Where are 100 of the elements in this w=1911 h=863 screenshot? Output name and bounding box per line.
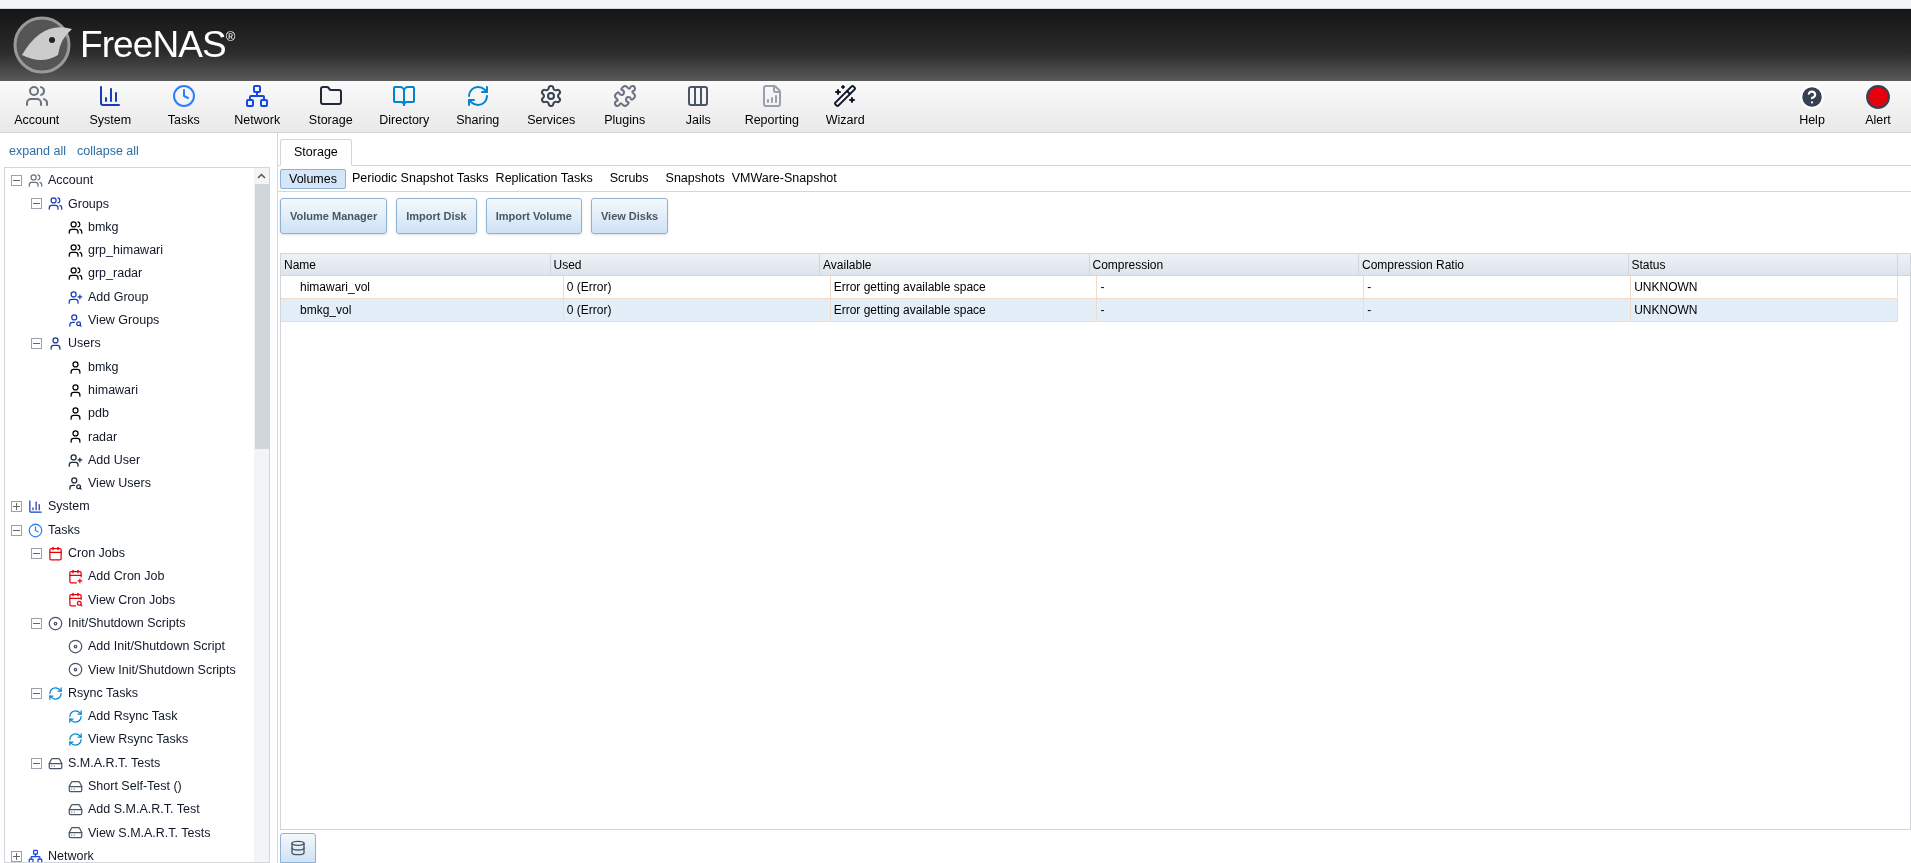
toolbar-button[interactable]: Tasks (147, 84, 221, 132)
sub-tab[interactable]: Periodic Snapshot Tasks (350, 168, 490, 189)
toolbar-button[interactable]: Help (1779, 84, 1845, 132)
tree-item[interactable]: View S.M.A.R.T. Tests (88, 823, 211, 843)
tree-item[interactable]: Add User (88, 450, 141, 470)
table-cell: 0 (Error) (563, 299, 831, 321)
table-row[interactable]: bmkg_vol 0 (Error) Error getting available space - - UNKNOWN (281, 299, 1898, 322)
tree-item[interactable]: View Cron Jobs (88, 590, 176, 610)
scroll-up-icon[interactable] (257, 173, 266, 179)
drive-icon (68, 778, 83, 794)
toolbar-button[interactable]: Services (514, 84, 588, 132)
tree-item[interactable]: Add Init/Shutdown Script (88, 637, 225, 656)
tree-item[interactable]: Add Cron Job (88, 567, 165, 587)
tree-item[interactable]: grp_himawari (88, 241, 164, 260)
table-row[interactable]: himawari_vol 0 (Error) Error getting available space - - UNKNOWN (281, 276, 1898, 299)
column-header[interactable]: Compression Ratio (1359, 254, 1629, 275)
action-button[interactable]: Import Disk (396, 198, 477, 234)
action-button[interactable]: Import Volume (485, 198, 582, 234)
tree-item[interactable]: Add Rsync Task (88, 707, 178, 726)
toolbar-button[interactable]: Network (220, 84, 294, 132)
tree-item[interactable]: View Init/Shutdown Scripts (88, 660, 236, 680)
collapse-toggle[interactable] (31, 547, 42, 559)
action-button[interactable]: View Disks (590, 198, 669, 234)
tree-item[interactable]: bmkg (88, 217, 119, 237)
table-cell: - (1097, 299, 1365, 321)
tree-item[interactable]: himawari (88, 380, 138, 400)
tree-item[interactable]: pdb (88, 404, 109, 423)
tree-item[interactable]: Add Group (88, 287, 149, 307)
tree-item[interactable]: Users (68, 334, 101, 354)
tree-item[interactable]: Groups (68, 194, 109, 214)
collapse-toggle[interactable] (11, 175, 22, 187)
jails-icon (686, 84, 711, 109)
tree-link[interactable]: expand all (9, 142, 66, 167)
toolbar-button[interactable]: Directory (367, 84, 441, 132)
calendar-add-icon (68, 569, 83, 585)
tree-item[interactable]: Network (48, 846, 94, 862)
tree-item[interactable]: Add S.M.A.R.T. Test (88, 800, 200, 820)
tree-item[interactable]: View Users (88, 474, 151, 493)
plus-icon (13, 503, 20, 511)
help-icon (1799, 84, 1825, 111)
collapse-toggle[interactable] (31, 617, 42, 629)
tree-link[interactable]: collapse all (77, 142, 139, 167)
tree-item[interactable]: Init/Shutdown Scripts (68, 613, 186, 633)
person-icon (48, 336, 63, 352)
network-icon (245, 84, 270, 109)
collapse-toggle[interactable] (31, 687, 42, 699)
expand-toggle[interactable] (11, 501, 22, 513)
tree-item[interactable]: bmkg (88, 357, 119, 377)
toolbar-button[interactable]: Sharing (441, 84, 515, 132)
sub-tab[interactable]: Volumes (280, 168, 346, 189)
tree-item[interactable]: View Rsync Tasks (88, 730, 189, 750)
column-header[interactable]: Compression (1089, 254, 1359, 275)
disc-icon (48, 615, 63, 631)
column-header[interactable]: Available (820, 254, 1090, 275)
sub-tab[interactable]: Scrubs (608, 168, 650, 189)
storage-tab[interactable]: Storage (280, 139, 352, 166)
tree-item[interactable]: Cron Jobs (68, 544, 125, 563)
collapse-toggle[interactable] (31, 338, 42, 350)
collapse-toggle[interactable] (31, 198, 42, 210)
view-user-icon (68, 312, 83, 328)
toolbar-button[interactable]: Alert (1845, 84, 1911, 132)
tree-item[interactable]: radar (88, 427, 118, 447)
tree-item[interactable]: Tasks (48, 520, 80, 540)
toolbar-button[interactable]: Storage (294, 84, 368, 132)
toolbar-button[interactable]: System (73, 84, 147, 132)
clock-icon (28, 522, 43, 538)
column-header[interactable]: Status (1628, 254, 1898, 275)
tree-item[interactable]: grp_radar (88, 264, 143, 284)
expand-toggle[interactable] (11, 850, 22, 862)
tree-item[interactable]: View Groups (88, 311, 160, 330)
tree-item[interactable]: Rsync Tasks (68, 683, 138, 703)
toolbar-button[interactable]: Account (0, 84, 74, 132)
action-button[interactable]: Volume Manager (280, 198, 388, 234)
person-icon (68, 429, 83, 445)
toolbar-button[interactable]: Reporting (735, 84, 809, 132)
toolbar-button[interactable]: Plugins (588, 84, 662, 132)
column-header[interactable]: Used (550, 254, 820, 275)
collapse-toggle[interactable] (31, 757, 42, 769)
view-user-icon (68, 476, 83, 491)
collapse-toggle[interactable] (11, 524, 22, 536)
sub-tab[interactable]: Snapshots (664, 168, 726, 189)
tree-item[interactable]: S.M.A.R.T. Tests (68, 753, 161, 773)
table-cell: - (1364, 276, 1632, 298)
tree-item[interactable]: Short Self-Test () (88, 777, 182, 796)
delete-volume-button[interactable] (280, 833, 316, 863)
table-cell: bmkg_vol (281, 299, 564, 321)
toolbar-button[interactable]: Jails (661, 84, 735, 132)
table-cell: Error getting available space (830, 276, 1098, 298)
tree-item[interactable]: System (48, 497, 90, 517)
services-icon (539, 84, 564, 109)
toolbar-button[interactable]: Wizard (808, 84, 882, 132)
column-header[interactable]: Name (281, 254, 551, 275)
sub-tab[interactable]: Replication Tasks (494, 168, 594, 189)
table-cell: UNKNOWN (1631, 299, 1898, 321)
sub-tab[interactable]: VMWare-Snapshot (730, 168, 838, 189)
scrollbar[interactable] (254, 168, 269, 862)
sync-icon (48, 685, 63, 701)
tree-item[interactable]: Account (48, 171, 94, 190)
plugins-icon (612, 84, 637, 109)
table-cell: himawari_vol (281, 276, 564, 298)
